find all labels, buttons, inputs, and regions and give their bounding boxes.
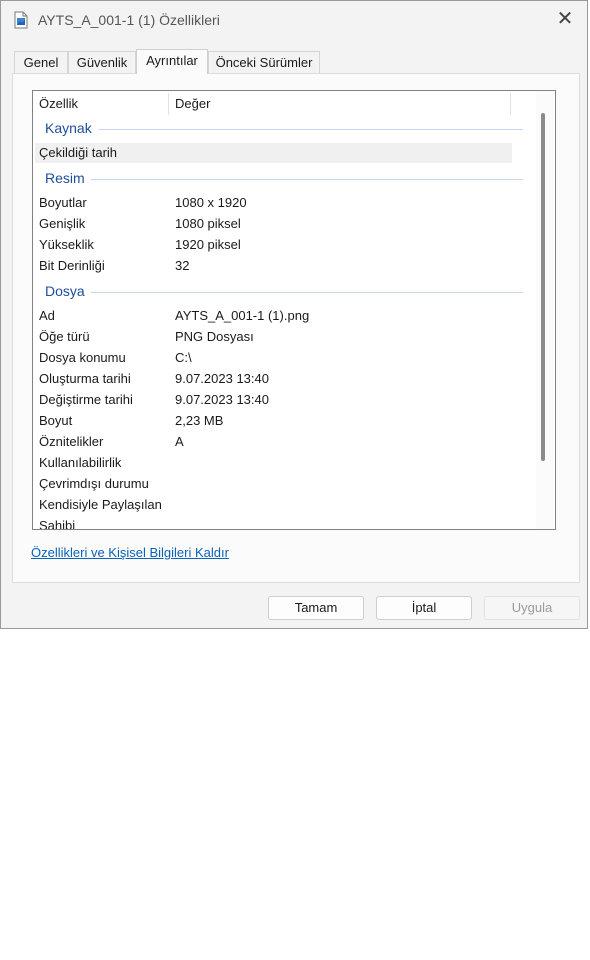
table-row-label[interactable]: Öznitelikler bbox=[39, 434, 103, 449]
tab-ayrintilar[interactable]: Ayrıntılar bbox=[136, 49, 208, 74]
table-row-label[interactable]: Çekildiği tarih bbox=[39, 145, 117, 160]
table-row-value[interactable]: PNG Dosyası bbox=[175, 329, 254, 344]
table-row-value[interactable]: 1080 x 1920 bbox=[175, 195, 247, 210]
table-row-label[interactable]: Oluşturma tarihi bbox=[39, 371, 131, 386]
table-row-label[interactable]: Genişlik bbox=[39, 216, 85, 231]
table-row-label[interactable]: Yükseklik bbox=[39, 237, 94, 252]
details-list[interactable]: Özellik Değer Kaynak Çekildiği tarih Res… bbox=[32, 90, 556, 530]
details-panel: Özellik Değer Kaynak Çekildiği tarih Res… bbox=[12, 73, 580, 583]
table-row-value[interactable]: 9.07.2023 13:40 bbox=[175, 392, 269, 407]
table-row-label[interactable]: Kendisiyle Paylaşılan bbox=[39, 497, 162, 512]
table-row-label[interactable]: Dosya konumu bbox=[39, 350, 126, 365]
scrollbar-thumb[interactable] bbox=[541, 113, 545, 461]
close-icon: ✕ bbox=[556, 8, 574, 30]
group-divider bbox=[91, 292, 523, 293]
table-row-value[interactable]: 1920 piksel bbox=[175, 237, 241, 252]
table-row-value[interactable]: C:\ bbox=[175, 350, 192, 365]
remove-properties-link[interactable]: Özellikleri ve Kişisel Bilgileri Kaldır bbox=[31, 545, 229, 560]
table-row-label[interactable]: Öğe türü bbox=[39, 329, 90, 344]
table-row-label[interactable]: Ad bbox=[39, 308, 55, 323]
table-row-label[interactable]: Çevrimdışı durumu bbox=[39, 476, 149, 491]
table-row-value[interactable]: 2,23 MB bbox=[175, 413, 223, 428]
group-header-dosya: Dosya bbox=[45, 283, 85, 299]
tab-onceki-surumler[interactable]: Önceki Sürümler bbox=[208, 51, 320, 73]
table-row-label[interactable]: Kullanılabilirlik bbox=[39, 455, 121, 470]
ok-button[interactable]: Tamam bbox=[268, 596, 364, 620]
table-row-value[interactable]: AYTS_A_001-1 (1).png bbox=[175, 308, 309, 323]
title-bar: AYTS_A_001-1 (1) Özellikleri ✕ bbox=[1, 1, 587, 39]
cancel-button[interactable]: İptal bbox=[376, 596, 472, 620]
properties-dialog: AYTS_A_001-1 (1) Özellikleri ✕ Genel Güv… bbox=[0, 0, 588, 629]
close-button[interactable]: ✕ bbox=[553, 8, 577, 32]
table-row-label[interactable]: Sahibi bbox=[39, 518, 75, 529]
image-file-icon bbox=[14, 11, 28, 29]
table-row-label[interactable]: Değiştirme tarihi bbox=[39, 392, 133, 407]
tab-genel[interactable]: Genel bbox=[14, 51, 68, 73]
table-row-value[interactable]: 1080 piksel bbox=[175, 216, 241, 231]
group-divider bbox=[91, 179, 523, 180]
scrollbar-track[interactable] bbox=[536, 91, 554, 529]
group-header-kaynak: Kaynak bbox=[45, 120, 92, 136]
apply-button[interactable]: Uygula bbox=[484, 596, 580, 620]
tab-guvenlik[interactable]: Güvenlik bbox=[68, 51, 136, 73]
table-row-value[interactable]: A bbox=[175, 434, 184, 449]
table-row-label[interactable]: Bit Derinliği bbox=[39, 258, 105, 273]
window-title: AYTS_A_001-1 (1) Özellikleri bbox=[38, 12, 220, 28]
column-divider[interactable] bbox=[168, 93, 169, 115]
column-header-value[interactable]: Değer bbox=[175, 91, 210, 117]
table-row-value[interactable]: 32 bbox=[175, 258, 189, 273]
group-divider bbox=[99, 129, 523, 130]
column-header-property[interactable]: Özellik bbox=[39, 91, 78, 117]
group-header-resim: Resim bbox=[45, 170, 85, 186]
column-divider[interactable] bbox=[510, 93, 511, 115]
table-row-value[interactable]: 9.07.2023 13:40 bbox=[175, 371, 269, 386]
table-row-label[interactable]: Boyut bbox=[39, 413, 72, 428]
table-row-label[interactable]: Boyutlar bbox=[39, 195, 87, 210]
